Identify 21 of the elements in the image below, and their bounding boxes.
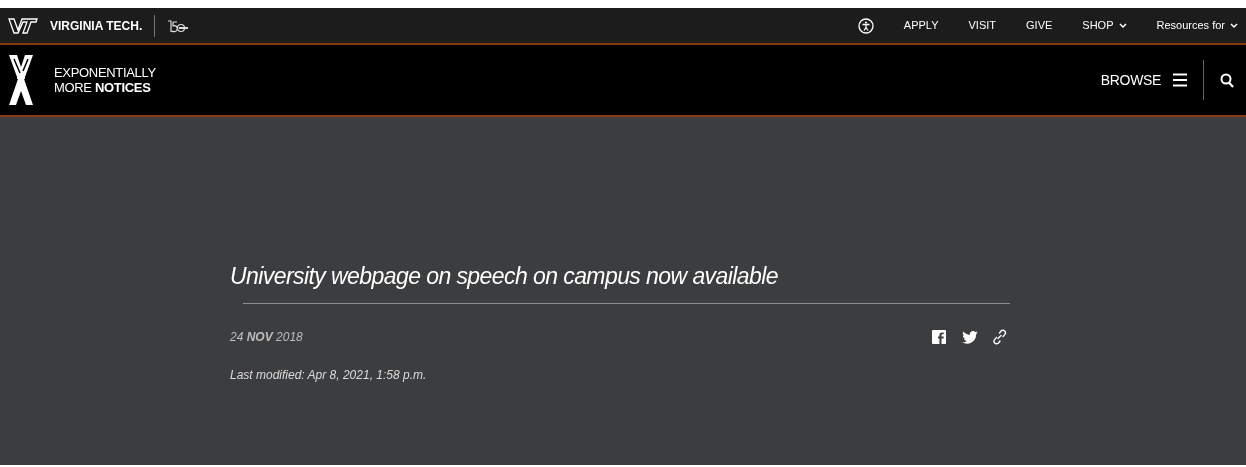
vt-logo-icon[interactable] [8,17,38,34]
twitter-icon[interactable] [962,330,978,344]
accessibility-icon[interactable] [857,17,874,34]
nav-link[interactable]: VISIT [968,17,997,34]
brand-name[interactable]: VIRGINIA TECH. [50,16,143,35]
menu-icon[interactable] [1173,73,1187,87]
nav-link[interactable]: SHOP [1082,17,1127,34]
nav-link[interactable]: GIVE [1026,17,1053,34]
site-title-line[interactable]: MORE NOTICES [54,80,156,95]
search-icon[interactable] [1220,72,1234,88]
article-title: University webpage on speech on campus now available [230,262,779,291]
nav-link[interactable]: Resources for [1156,17,1238,34]
anniversary-logo-icon [167,18,190,33]
x-logo-icon[interactable] [8,54,34,106]
nav-link[interactable]: APPLY [903,17,939,34]
link-icon[interactable] [992,329,1007,345]
facebook-icon[interactable] [932,330,946,344]
site-title-line[interactable]: EXPONENTIALLY [54,65,156,80]
last-modified-text: Last modified: Apr 8, 2021, 1:58 p.m. [230,367,428,384]
browse-link[interactable]: BROWSE [1100,69,1161,91]
publish-date: 24 NOV 2018 [230,329,303,346]
